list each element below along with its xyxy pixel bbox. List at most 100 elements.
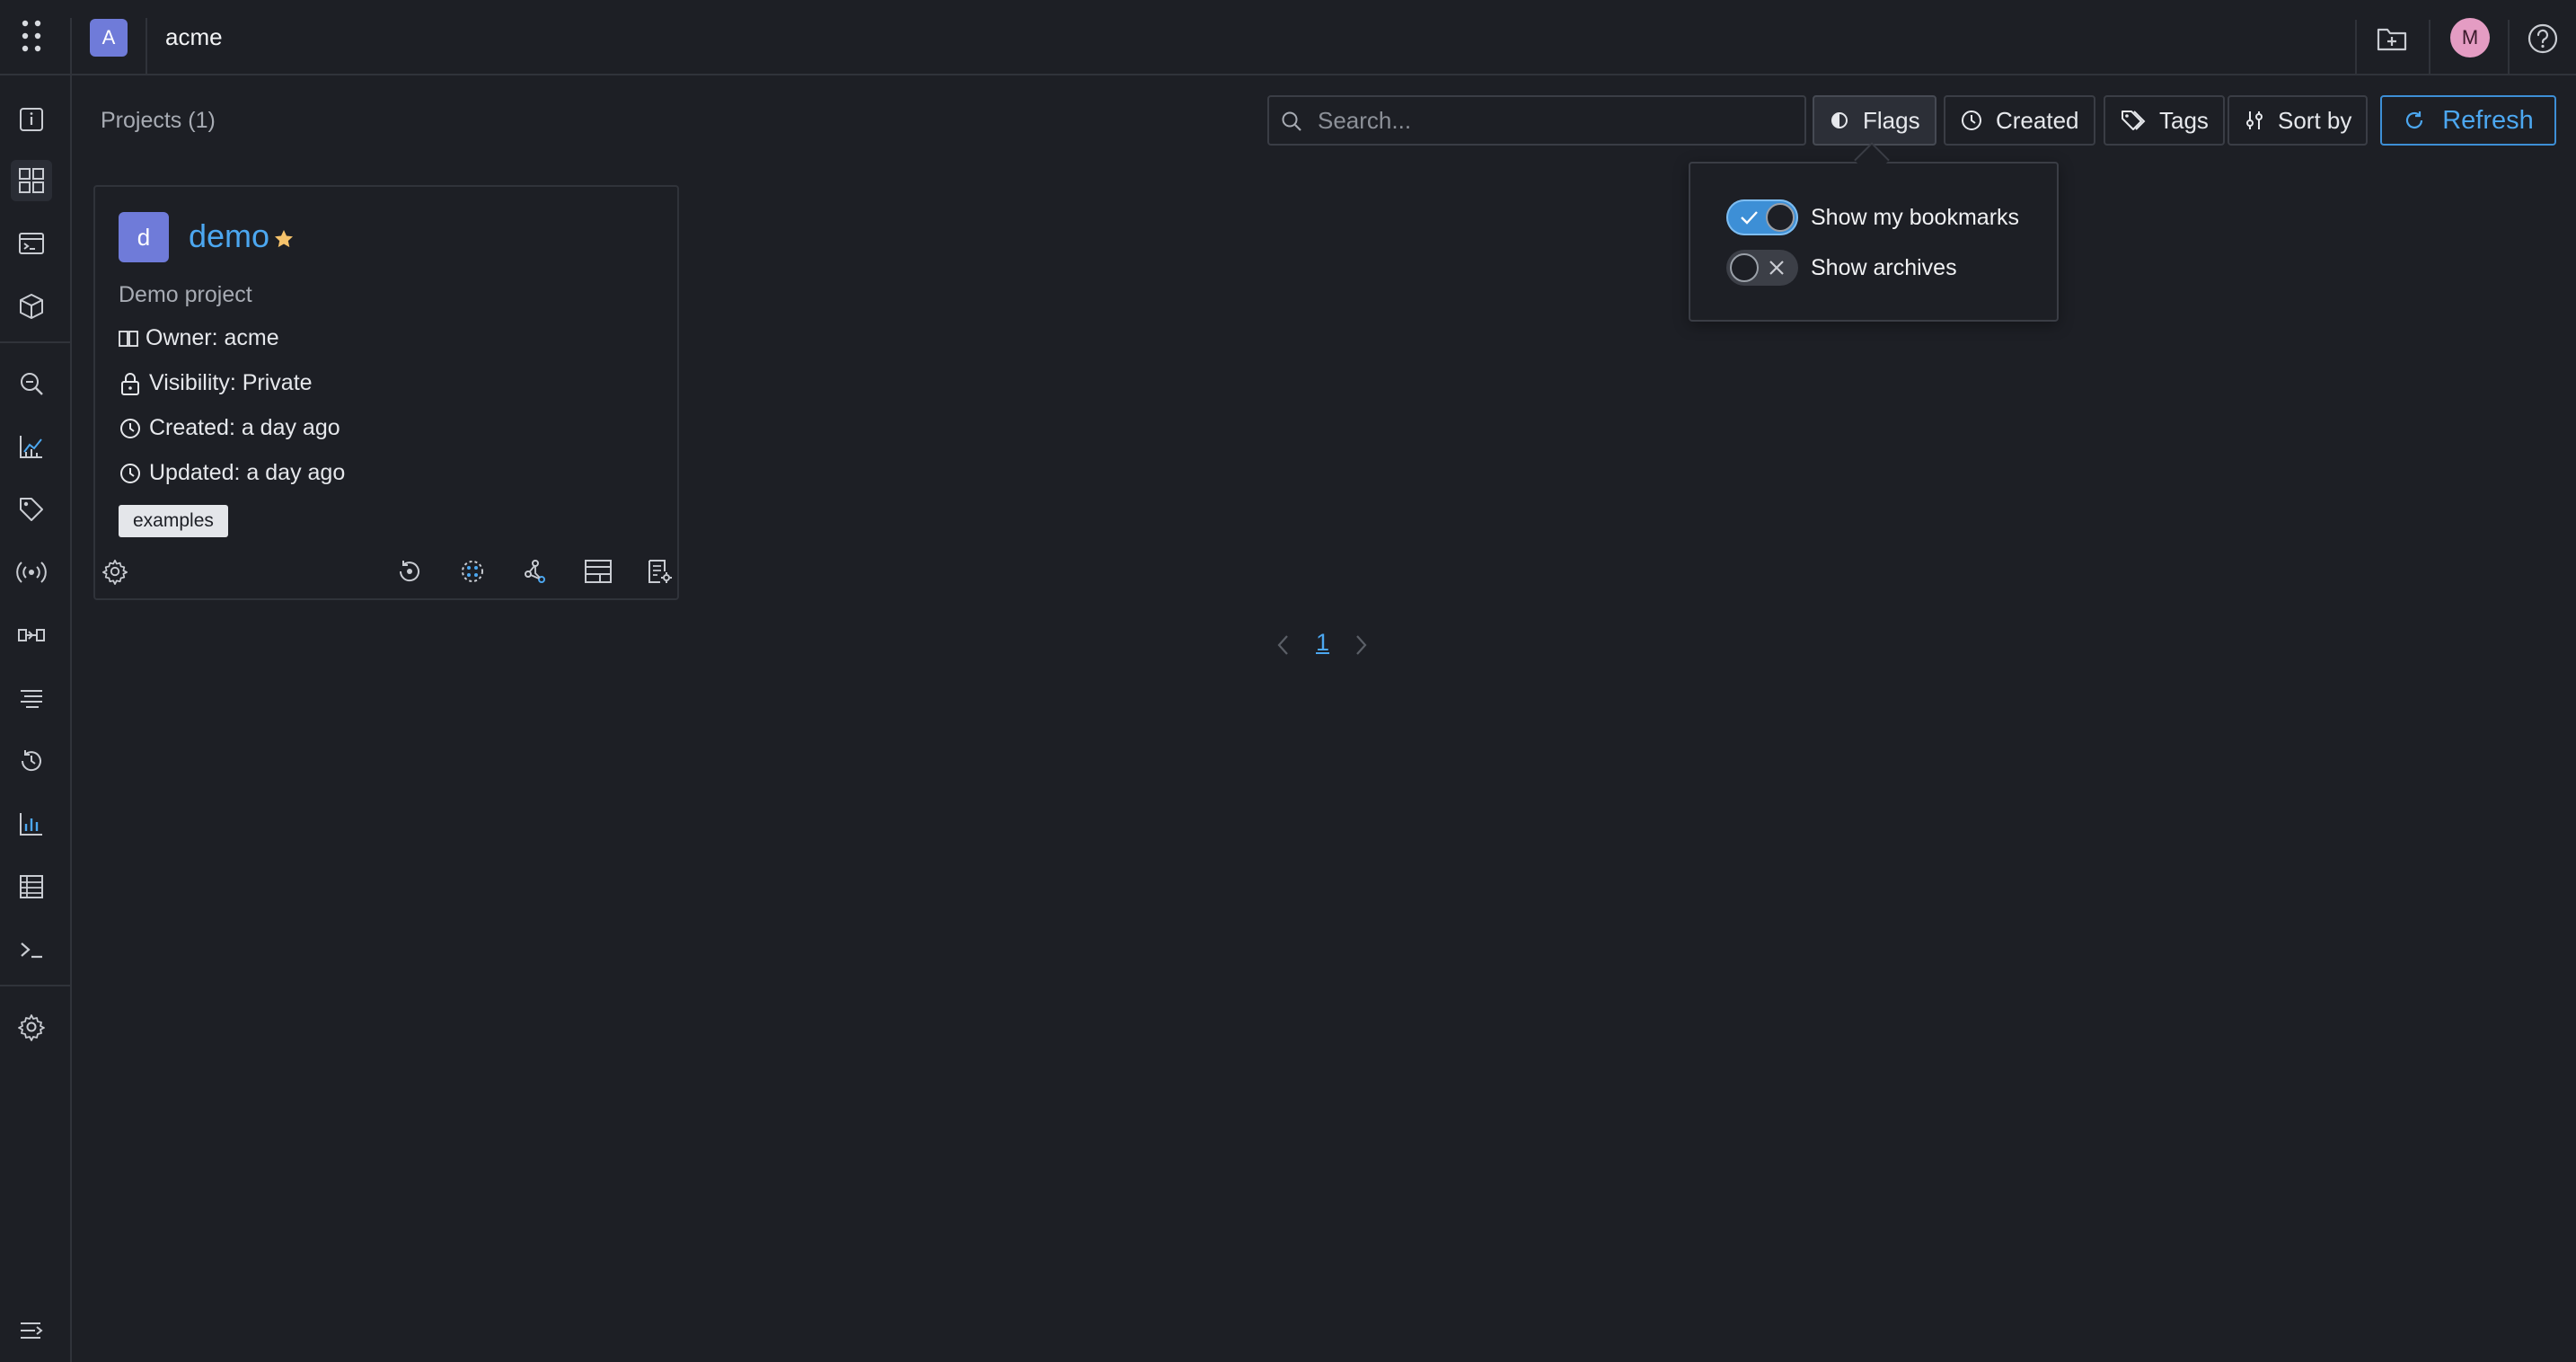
created-button-label: Created [1996,106,2079,134]
clock-icon [120,418,140,438]
folder-plus-icon [2377,28,2407,51]
settings-gear-icon [102,559,128,585]
refresh-button[interactable]: Refresh [2380,95,2556,146]
graph-nodes-icon [525,560,545,583]
sidebar-item-analytics[interactable] [11,426,52,467]
lock-icon [121,372,139,395]
topbar-divider [146,18,147,74]
project-owner: Owner: acme [146,325,279,350]
toggle-knob [1730,253,1759,282]
refresh-icon [2406,111,2423,128]
console-prompt-icon [21,942,42,959]
dashboard-layout-icon [585,560,612,583]
clock-icon [120,463,140,483]
chevron-right-icon [1356,635,1367,655]
apps-grid-icon [22,20,41,52]
table-list-icon [20,875,43,898]
topbar-divider [2355,20,2357,75]
filter-lines-icon [21,690,42,708]
sidebar-item-history[interactable] [11,740,52,782]
info-icon [20,108,43,131]
sidebar-item-runs[interactable] [11,223,52,264]
project-tag[interactable]: examples [119,505,228,537]
sidebar-item-tags[interactable] [11,489,52,530]
tags-filter-button[interactable]: Tags [2104,95,2225,146]
project-visibility-row: Visibility: Private [119,370,313,396]
owner-columns-icon [119,330,138,347]
project-updated-row: Updated: a day ago [119,460,345,486]
project-visibility: Visibility: Private [149,370,313,395]
tag-icon [20,498,43,521]
project-created: Created: a day ago [149,415,340,440]
sidebar-item-components[interactable] [11,286,52,327]
pagination-next-button[interactable] [1351,631,1371,659]
runs-cycle-icon [399,561,419,582]
project-name-link[interactable]: demo [189,217,269,255]
created-sort-button[interactable]: Created [1944,95,2095,146]
pipeline-icon [18,629,45,641]
project-runs-button[interactable] [393,555,426,588]
show-bookmarks-row[interactable]: Show my bookmarks [1726,199,2019,235]
search-zoom-icon [21,373,43,395]
search-field[interactable] [1267,95,1806,146]
sidebar-item-console[interactable] [11,929,52,970]
project-components-button[interactable] [456,555,489,588]
sidebar-item-agents[interactable] [11,552,52,593]
org-name[interactable]: acme [165,23,223,51]
help-circle-icon [2527,23,2558,54]
sidebar [0,75,72,1362]
sidebar-item-metrics[interactable] [11,803,52,845]
show-archives-toggle[interactable] [1726,250,1798,286]
pagination-page-current[interactable]: 1 [1316,629,1329,657]
document-gear-icon [648,560,672,583]
org-avatar[interactable]: A [90,19,128,57]
tags-button-label: Tags [2159,106,2209,134]
sidebar-item-settings[interactable] [11,1006,52,1048]
project-created-row: Created: a day ago [119,415,340,441]
show-archives-row[interactable]: Show archives [1726,250,1957,286]
new-project-button[interactable] [2375,22,2409,56]
sort-sliders-icon [2246,111,2263,129]
toggle-knob [1766,203,1795,232]
settings-gear-icon [18,1014,45,1041]
show-bookmarks-toggle[interactable] [1726,199,1798,235]
close-x-icon [1768,259,1786,277]
show-bookmarks-label: Show my bookmarks [1811,204,2020,230]
sidebar-divider [0,985,70,986]
pagination-prev-button[interactable] [1274,631,1293,659]
sidebar-divider [0,341,70,343]
analytics-chart-icon [20,436,42,458]
bookmark-star-icon[interactable] [273,228,295,250]
expand-menu-icon [21,1322,43,1339]
top-bar: A acme M [0,0,2576,75]
project-graph-button[interactable] [519,555,551,588]
check-icon [1739,208,1759,226]
sort-by-button[interactable]: Sort by [2228,95,2369,146]
sidebar-item-projects[interactable] [11,160,52,201]
apps-menu-button[interactable] [14,18,50,57]
sidebar-item-search[interactable] [11,363,52,404]
page-title: Projects (1) [101,108,216,133]
flags-button[interactable]: Flags [1813,95,1936,146]
search-icon [1280,110,1303,133]
project-dashboards-button[interactable] [582,555,614,588]
sidebar-item-pipelines[interactable] [11,615,52,656]
sidebar-expand-button[interactable] [11,1310,52,1351]
user-avatar[interactable]: M [2450,18,2490,57]
dotted-cluster-icon [462,561,483,582]
project-config-button[interactable] [643,555,675,588]
project-avatar: d [119,212,169,262]
search-input[interactable] [1316,104,1792,137]
refresh-button-label: Refresh [2442,105,2534,135]
package-icon [20,294,43,319]
help-button[interactable] [2526,22,2560,56]
tags-icon [2122,111,2146,130]
project-card[interactable]: d demo Demo project Owner: acme Visibili… [93,185,679,600]
terminal-window-icon [19,233,44,254]
sidebar-item-info[interactable] [11,99,52,140]
dashboard-grid-icon [19,168,44,193]
project-settings-button[interactable] [99,555,131,588]
sidebar-item-tables[interactable] [11,866,52,907]
flags-button-label: Flags [1863,106,1920,134]
sidebar-item-filters[interactable] [11,677,52,719]
